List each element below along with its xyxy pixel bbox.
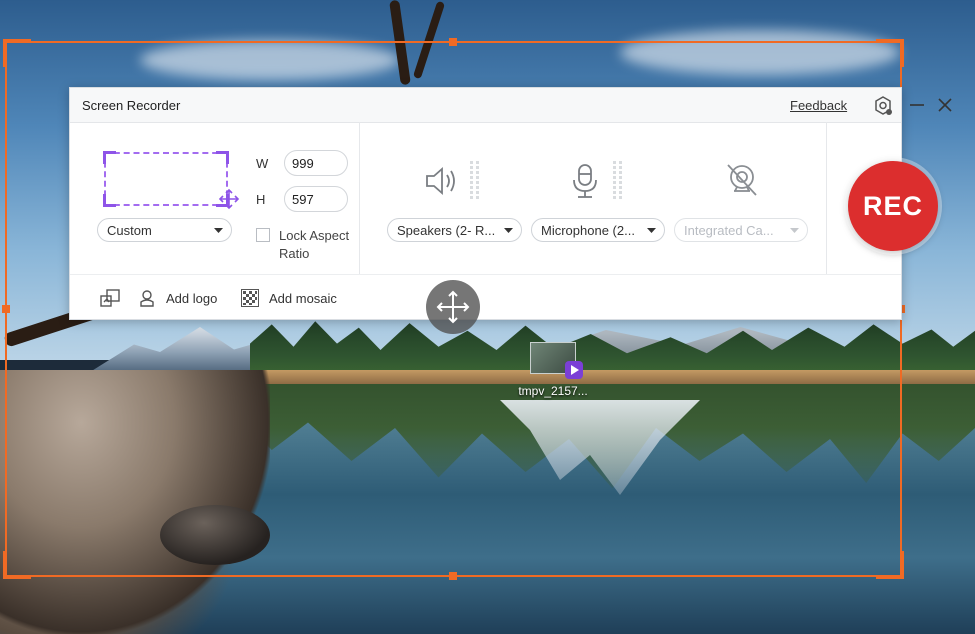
camera-value: Integrated Ca... — [684, 223, 774, 238]
capture-corner-handle[interactable] — [876, 39, 904, 67]
chevron-down-icon — [504, 228, 513, 233]
screenshot-tool-button[interactable] — [100, 289, 130, 307]
user-stamp-icon — [140, 290, 154, 307]
speakers-dropdown[interactable]: Speakers (2- R... — [387, 218, 522, 242]
speaker-level-meter — [470, 161, 484, 199]
height-input[interactable]: 597 — [284, 186, 348, 212]
move-arrows-icon — [218, 188, 240, 210]
region-mode-dropdown[interactable]: Custom — [97, 218, 232, 242]
mosaic-icon — [241, 289, 259, 307]
camera-dropdown[interactable]: Integrated Ca... — [674, 218, 808, 242]
section-divider — [826, 122, 827, 274]
add-logo-button[interactable]: Add logo — [138, 289, 217, 307]
width-label: W — [256, 156, 269, 171]
capture-edge-handle-bottom[interactable] — [449, 572, 457, 580]
close-button[interactable] — [934, 94, 956, 116]
add-mosaic-button[interactable]: Add mosaic — [241, 289, 337, 307]
feedback-link[interactable]: Feedback — [790, 98, 847, 113]
layers-icon — [100, 289, 120, 307]
lock-aspect-label: Lock Aspect Ratio — [279, 228, 350, 261]
width-input[interactable]: 999 — [284, 150, 348, 176]
close-icon — [938, 98, 952, 112]
height-label: H — [256, 192, 266, 207]
tools-bar: Add logo Add mosaic — [70, 274, 901, 320]
capture-corner-handle[interactable] — [3, 39, 31, 67]
record-button[interactable]: REC — [848, 161, 938, 251]
capture-corner-handle[interactable] — [3, 551, 31, 579]
region-corner — [216, 151, 229, 164]
microphone-value: Microphone (2... — [541, 223, 635, 238]
chevron-down-icon — [214, 228, 223, 233]
capture-corner-handle[interactable] — [876, 551, 904, 579]
capture-edge-handle-top[interactable] — [449, 38, 457, 46]
region-corner — [103, 151, 116, 164]
chevron-down-icon — [790, 228, 799, 233]
settings-button[interactable] — [872, 95, 894, 117]
add-mosaic-label: Add mosaic — [269, 290, 337, 306]
region-preview[interactable] — [103, 151, 240, 210]
region-corner — [103, 194, 116, 207]
window-title: Screen Recorder — [82, 98, 181, 113]
microphone-dropdown[interactable]: Microphone (2... — [531, 218, 665, 242]
move-arrows-icon — [436, 290, 470, 324]
minimize-button[interactable] — [906, 94, 928, 116]
add-logo-label: Add logo — [166, 290, 218, 306]
speakers-value: Speakers (2- R... — [397, 223, 496, 238]
minimize-icon — [910, 104, 924, 106]
region-mode-value: Custom — [107, 223, 152, 238]
move-panel-handle[interactable] — [426, 280, 480, 334]
lock-aspect-checkbox[interactable] — [256, 228, 270, 242]
chevron-down-icon — [647, 228, 656, 233]
recorder-panel: Screen Recorder Feedback Custom W 999 H … — [69, 87, 902, 320]
microphone-level-meter — [613, 161, 627, 199]
microphone-icon[interactable] — [565, 161, 605, 201]
title-bar[interactable]: Screen Recorder Feedback — [70, 88, 901, 123]
camera-off-icon[interactable] — [722, 161, 762, 201]
speaker-icon[interactable] — [422, 161, 462, 201]
gear-icon — [875, 96, 892, 115]
section-divider — [359, 122, 360, 274]
capture-edge-handle-left[interactable] — [2, 305, 10, 313]
